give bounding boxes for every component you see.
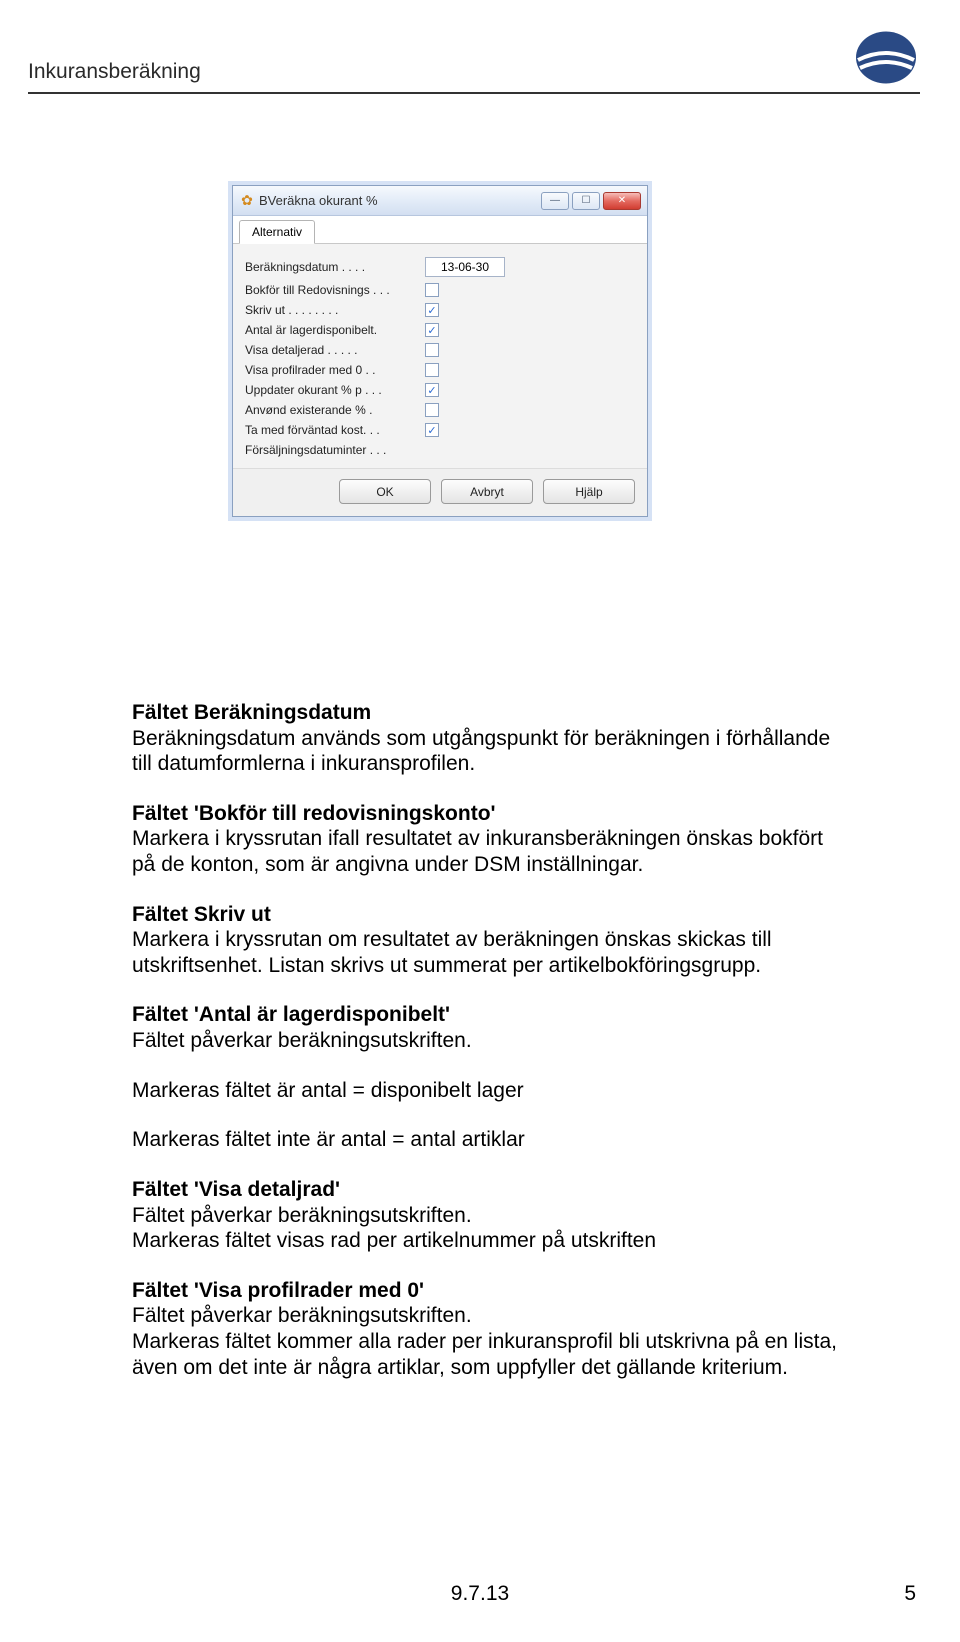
maximize-button[interactable]: ☐ — [572, 192, 600, 210]
titlebar: ✿ BVeräkna okurant % — ☐ ✕ — [233, 186, 647, 216]
window-controls: — ☐ ✕ — [541, 192, 641, 210]
checkbox-bokfor[interactable] — [425, 283, 439, 297]
label-antal: Antal är lagerdisponibelt. — [245, 323, 425, 337]
row-uppdater: Uppdater okurant % p . . . ✓ — [245, 380, 635, 400]
button-row: OK Avbryt Hjälp — [233, 468, 647, 516]
p-visa-profilrader-2: Markeras fältet kommer alla rader per in… — [132, 1329, 848, 1380]
p-visa-detaljrad-1: Fältet påverkar beräkningsutskriften. — [132, 1203, 848, 1229]
p-antal: Fältet påverkar beräkningsutskriften. — [132, 1028, 848, 1054]
label-uppdater: Uppdater okurant % p . . . — [245, 383, 425, 397]
p-berakningsdatum: Beräkningsdatum används som utgångspunkt… — [132, 726, 848, 777]
p-markeras-disp: Markeras fältet är antal = disponibelt l… — [132, 1078, 848, 1104]
label-visa-detaljerad: Visa detaljerad . . . . . — [245, 343, 425, 357]
footer-page: 5 — [904, 1582, 916, 1606]
page-header: Inkuransberäkning — [28, 60, 920, 94]
row-bokfor: Bokför till Redovisnings . . . — [245, 280, 635, 300]
footer-date: 9.7.13 — [0, 1582, 960, 1606]
h-antal: Fältet 'Antal är lagerdisponibelt' — [132, 1003, 450, 1026]
window-title: BVeräkna okurant % — [259, 193, 541, 208]
label-anvond: Anvønd existerande % . — [245, 403, 425, 417]
label-ta-med: Ta med förväntad kost. . . — [245, 423, 425, 437]
row-visa-profilrader: Visa profilrader med 0 . . — [245, 360, 635, 380]
body-text: Fältet Beräkningsdatum Beräkningsdatum a… — [132, 700, 848, 1404]
row-forsaljning: Försäljningsdatuminter . . . — [245, 440, 635, 460]
row-antal: Antal är lagerdisponibelt. ✓ — [245, 320, 635, 340]
label-forsaljning: Försäljningsdatuminter . . . — [245, 443, 425, 457]
h-visa-detaljrad: Fältet 'Visa detaljrad' — [132, 1178, 340, 1201]
close-button[interactable]: ✕ — [603, 192, 641, 210]
h-berakningsdatum: Fältet Beräkningsdatum — [132, 701, 371, 724]
p-visa-profilrader-1: Fältet påverkar beräkningsutskriften. — [132, 1303, 848, 1329]
ok-button[interactable]: OK — [339, 479, 431, 504]
label-bokfor: Bokför till Redovisnings . . . — [245, 283, 425, 297]
h-bokfor: Fältet 'Bokför till redovisningskonto' — [132, 802, 496, 825]
p-bokfor: Markera i kryssrutan ifall resultatet av… — [132, 826, 848, 877]
checkbox-antal[interactable]: ✓ — [425, 323, 439, 337]
h-skriv-ut: Fältet Skriv ut — [132, 903, 271, 926]
input-berakningsdatum[interactable] — [425, 257, 505, 277]
row-ta-med: Ta med förväntad kost. . . ✓ — [245, 420, 635, 440]
row-anvond: Anvønd existerande % . — [245, 400, 635, 420]
checkbox-ta-med[interactable]: ✓ — [425, 423, 439, 437]
label-skriv-ut: Skriv ut . . . . . . . . — [245, 303, 425, 317]
dialog-window: ✿ BVeräkna okurant % — ☐ ✕ Alternativ Be… — [232, 185, 648, 517]
checkbox-skriv-ut[interactable]: ✓ — [425, 303, 439, 317]
help-button[interactable]: Hjälp — [543, 479, 635, 504]
tab-row: Alternativ — [233, 216, 647, 244]
checkbox-visa-profilrader[interactable] — [425, 363, 439, 377]
checkbox-uppdater[interactable]: ✓ — [425, 383, 439, 397]
h-visa-profilrader: Fältet 'Visa profilrader med 0' — [132, 1279, 424, 1302]
form-area: Beräkningsdatum . . . . Bokför till Redo… — [233, 244, 647, 468]
gear-icon: ✿ — [239, 193, 255, 209]
p-skriv-ut: Markera i kryssrutan om resultatet av be… — [132, 927, 848, 978]
label-visa-profilrader: Visa profilrader med 0 . . — [245, 363, 425, 377]
row-skriv-ut: Skriv ut . . . . . . . . ✓ — [245, 300, 635, 320]
cancel-button[interactable]: Avbryt — [441, 479, 533, 504]
header-rule — [28, 92, 920, 94]
row-visa-detaljerad: Visa detaljerad . . . . . — [245, 340, 635, 360]
label-berakningsdatum: Beräkningsdatum . . . . — [245, 260, 425, 274]
checkbox-anvond[interactable] — [425, 403, 439, 417]
p-visa-detaljrad-2: Markeras fältet visas rad per artikelnum… — [132, 1228, 848, 1254]
minimize-button[interactable]: — — [541, 192, 569, 210]
tab-alternativ[interactable]: Alternativ — [239, 220, 315, 244]
page-title: Inkuransberäkning — [28, 60, 920, 90]
checkbox-visa-detaljerad[interactable] — [425, 343, 439, 357]
p-markeras-inte: Markeras fältet inte är antal = antal ar… — [132, 1127, 848, 1153]
row-berakningsdatum: Beräkningsdatum . . . . — [245, 254, 635, 280]
